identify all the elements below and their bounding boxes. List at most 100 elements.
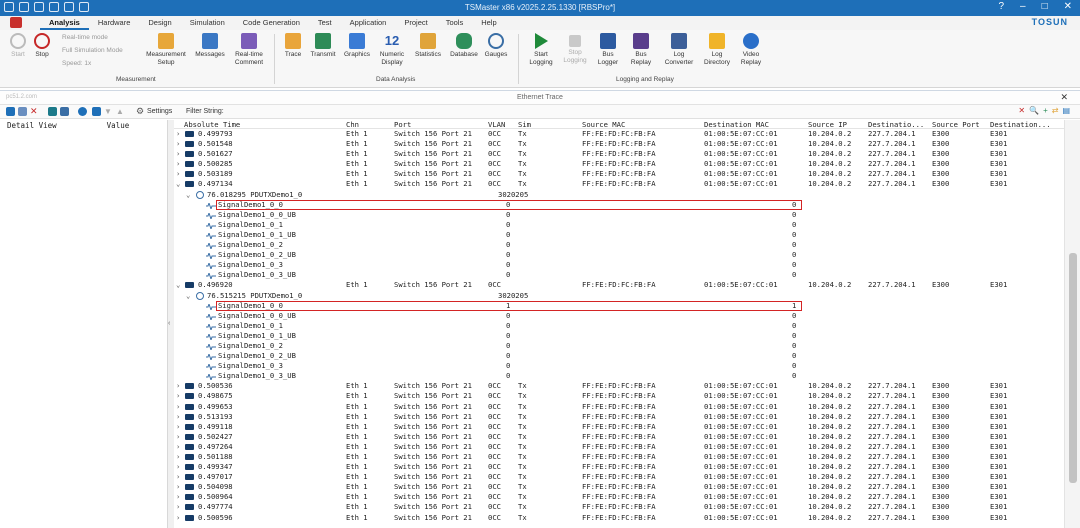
signal-row[interactable]: SignalDemo1_0_3 0 0 [174,361,1064,372]
table-row[interactable]: › 0.500596 Eth 1 Switch 156 Port 21 0CC Tx FF:… [174,513,1064,523]
gear-icon[interactable]: ⚙ [136,107,145,116]
collapse-chevron-icon[interactable]: ⌄ [186,190,190,200]
signal-row[interactable]: SignalDemo1_0_2_UB 0 0 [174,351,1064,362]
close-button[interactable]: ✕ [1064,1,1072,12]
table-row[interactable]: › 0.500964 Eth 1 Switch 156 Port 21 0CC Tx FF:… [174,492,1064,502]
column-header[interactable]: Destination MAC [704,120,769,129]
clear-icon[interactable]: ✕ [30,107,39,116]
columns-icon[interactable]: ▤ [1062,106,1070,115]
realtime-comment-button[interactable]: Real-time Comment [230,33,268,67]
table-row[interactable]: › 0.501627 Eth 1 Switch 156 Port 21 0CC Tx FF:… [174,149,1064,159]
expand-chevron-icon[interactable]: › [176,472,180,482]
menu-tab-test[interactable]: Test [309,17,341,30]
menu-tab-application[interactable]: Application [341,17,396,30]
table-row[interactable]: › 0.499653 Eth 1 Switch 156 Port 21 0CC Tx FF:… [174,402,1064,412]
table-row[interactable]: › 0.499118 Eth 1 Switch 156 Port 21 0CC Tx FF:… [174,422,1064,432]
signal-row[interactable]: SignalDemo1_0_2 0 0 [174,341,1064,352]
menu-tab-simulation[interactable]: Simulation [181,17,234,30]
numeric-display-button[interactable]: 12 Numeric Display [376,33,408,67]
expand-chevron-icon[interactable]: › [176,422,180,432]
menu-tab-hardware[interactable]: Hardware [89,17,140,30]
pdu-row[interactable]: ⌄ 76.018295 PDUTXDemo1_0 3020205 [174,190,1064,200]
stop-button[interactable]: Stop [30,33,54,59]
signal-row[interactable]: SignalDemo1_0_1_UB 0 0 [174,230,1064,241]
column-header[interactable]: Destination... [990,120,1051,129]
expand-chevron-icon[interactable]: › [176,482,180,492]
signal-row[interactable]: SignalDemo1_0_0_UB 0 0 [174,311,1064,322]
menu-tab-help[interactable]: Help [472,17,505,30]
menu-tab-project[interactable]: Project [395,17,436,30]
expand-chevron-icon[interactable]: › [176,492,180,502]
signal-row[interactable]: SignalDemo1_0_3_UB 0 0 [174,270,1064,281]
graphics-button[interactable]: Graphics [342,33,372,59]
detail-view-header[interactable]: Detail View [7,121,57,130]
maximize-button[interactable]: □ [1042,1,1048,12]
signal-row[interactable]: SignalDemo1_0_1 0 0 [174,321,1064,332]
add-filter-icon[interactable]: + [1043,106,1048,115]
table-row[interactable]: › 0.513193 Eth 1 Switch 156 Port 21 0CC Tx FF:… [174,412,1064,422]
messages-button[interactable]: Messages [192,33,228,59]
stop-logging-button[interactable]: Stop Logging [560,33,590,65]
value-header[interactable]: Value [107,121,130,130]
start-button[interactable]: Start [6,33,30,59]
chevron-up-icon[interactable]: ▲ [116,107,125,116]
column-header[interactable]: Chn [346,120,359,129]
signal-row[interactable]: SignalDemo1_0_1 0 0 [174,220,1064,231]
table-row[interactable]: › 0.497017 Eth 1 Switch 156 Port 21 0CC Tx FF:… [174,472,1064,482]
column-header[interactable]: Source IP [808,120,847,129]
settings-menu[interactable]: Settings [147,108,172,115]
menu-tab-analysis[interactable]: Analysis [40,17,89,30]
column-header[interactable]: Source Port [932,120,980,129]
table-row[interactable]: ⌄ 0.497134 Eth 1 Switch 156 Port 21 0CC Tx FF:… [174,179,1064,189]
signal-row[interactable]: SignalDemo1_0_2_UB 0 0 [174,250,1064,261]
column-header[interactable]: Port [394,120,411,129]
column-header[interactable]: VLAN [488,120,505,129]
table-row[interactable]: › 0.501548 Eth 1 Switch 156 Port 21 0CC Tx FF:… [174,139,1064,149]
table-row[interactable]: › 0.497264 Eth 1 Switch 156 Port 21 0CC Tx FF:… [174,442,1064,452]
trace-button[interactable]: Trace [280,33,306,59]
filter-icon[interactable] [92,107,101,116]
signal-row[interactable]: SignalDemo1_0_0 0 0 [174,199,1064,211]
expand-chevron-icon[interactable]: › [176,402,180,412]
table-row[interactable]: › 0.501188 Eth 1 Switch 156 Port 21 0CC Tx FF:… [174,452,1064,462]
signal-row[interactable]: SignalDemo1_0_3_UB 0 0 [174,371,1064,382]
transmit-button[interactable]: Transmit [308,33,338,59]
table-row[interactable]: › 0.499347 Eth 1 Switch 156 Port 21 0CC Tx FF:… [174,462,1064,472]
column-header[interactable]: Destinatio... [868,120,924,129]
help-button[interactable]: ? [998,1,1004,12]
vertical-scrollbar[interactable] [1064,120,1080,528]
expand-chevron-icon[interactable]: › [176,159,180,169]
table-row[interactable]: › 0.498675 Eth 1 Switch 156 Port 21 0CC Tx FF:… [174,391,1064,401]
column-header[interactable]: Absolute Time [184,120,240,129]
log-converter-button[interactable]: Log Converter [662,33,696,67]
expand-chevron-icon[interactable]: › [176,139,180,149]
table-row[interactable]: › 0.502427 Eth 1 Switch 156 Port 21 0CC Tx FF:… [174,432,1064,442]
bus-logger-button[interactable]: Bus Logger [594,33,622,67]
table-row[interactable]: › 0.504098 Eth 1 Switch 156 Port 21 0CC Tx FF:… [174,482,1064,492]
expand-chevron-icon[interactable]: › [176,513,180,523]
signal-row[interactable]: SignalDemo1_0_3 0 0 [174,260,1064,271]
signal-row[interactable]: SignalDemo1_0_0_UB 0 0 [174,210,1064,221]
signal-row[interactable]: SignalDemo1_0_1_UB 0 0 [174,331,1064,342]
scrollbar-thumb[interactable] [1069,253,1077,483]
expand-chevron-icon[interactable]: › [176,502,180,512]
expand-chevron-icon[interactable]: › [176,381,180,391]
menu-tab-design[interactable]: Design [139,17,180,30]
run-icon[interactable] [6,107,15,116]
expand-chevron-icon[interactable]: › [176,452,180,462]
table-row[interactable]: › 0.499793 Eth 1 Switch 156 Port 21 0CC Tx FF:… [174,129,1064,139]
realtime-mode-option[interactable]: Real-time mode [62,34,108,41]
database-button[interactable]: Database [448,33,480,59]
expand-chevron-icon[interactable]: › [176,462,180,472]
full-simulation-option[interactable]: Full Simulation Mode [62,47,123,54]
pdu-row[interactable]: ⌄ 76.515215 PDUTXDemo1_0 3020205 [174,291,1064,301]
grid-icon[interactable] [60,107,69,116]
info-icon[interactable] [78,107,87,116]
panel-close-button[interactable]: ✕ [1060,92,1068,103]
expand-chevron-icon[interactable]: › [176,412,180,422]
expand-chevron-icon[interactable]: › [176,149,180,159]
expand-chevron-icon[interactable]: › [176,391,180,401]
menu-tab-tools[interactable]: Tools [437,17,473,30]
log-directory-button[interactable]: Log Directory [700,33,734,67]
pause-icon[interactable] [18,107,27,116]
